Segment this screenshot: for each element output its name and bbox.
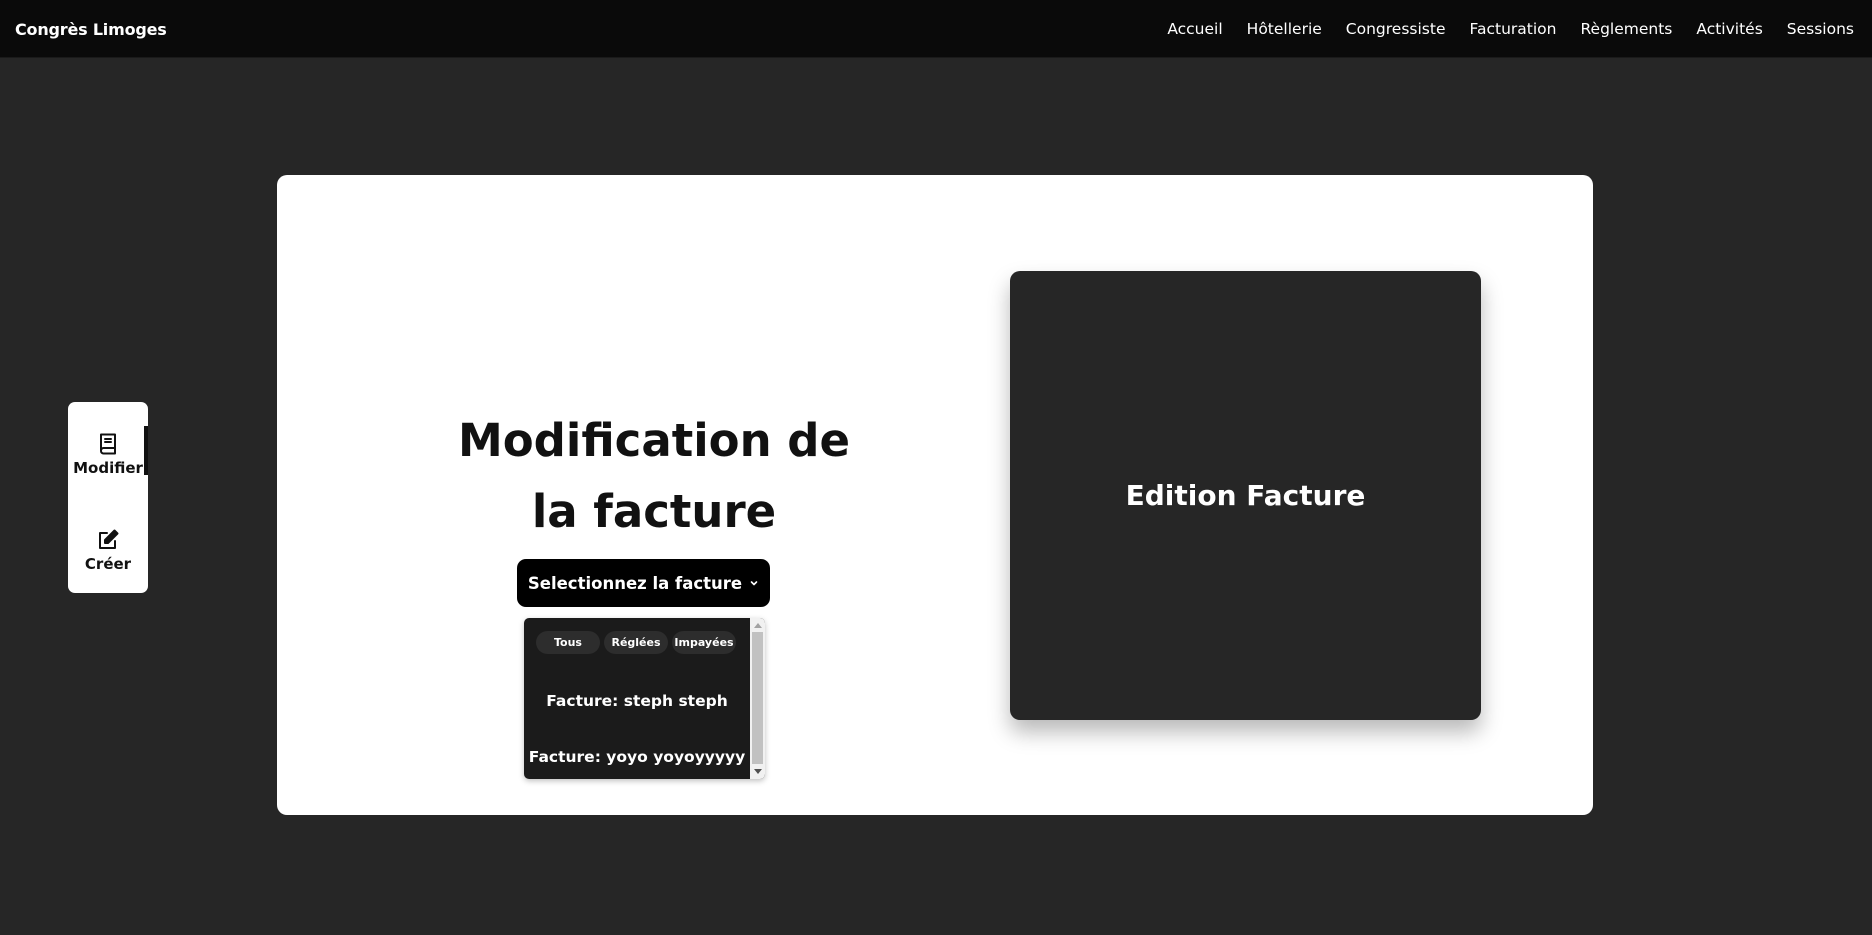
main-nav: Accueil Hôtellerie Congressiste Facturat…	[1167, 20, 1854, 38]
nav-link-congressiste[interactable]: Congressiste	[1346, 20, 1446, 38]
nav-link-accueil[interactable]: Accueil	[1167, 20, 1222, 38]
nav-link-sessions[interactable]: Sessions	[1787, 20, 1854, 38]
scroll-thumb[interactable]	[752, 632, 763, 764]
nav-link-reglements[interactable]: Règlements	[1580, 20, 1672, 38]
main-card: Modification de la facture Selectionnez …	[277, 175, 1593, 815]
side-item-modifier-label: Modifier	[73, 458, 143, 477]
side-item-creer-label: Créer	[84, 554, 132, 573]
nav-link-facturation[interactable]: Facturation	[1469, 20, 1556, 38]
select-invoice-label: Selectionnez la facture	[527, 573, 743, 593]
invoice-option[interactable]: Facture: steph steph	[524, 692, 750, 710]
nav-link-hotellerie[interactable]: Hôtellerie	[1247, 20, 1322, 38]
chevron-down-icon	[750, 581, 758, 586]
invoice-dropdown: Tous Réglées Impayées Facture: steph ste…	[524, 618, 765, 779]
select-invoice-button[interactable]: Selectionnez la facture	[517, 559, 770, 607]
page-title-line-2: la facture	[531, 485, 777, 538]
brand-logo-text[interactable]: Congrès Limoges	[15, 20, 167, 39]
page-title-line-1: Modification de	[457, 414, 850, 467]
nav-link-activites[interactable]: Activités	[1696, 20, 1762, 38]
side-menu: Modifier Créer	[68, 402, 148, 593]
edition-preview-panel: Edition Facture	[1010, 271, 1481, 720]
active-indicator	[144, 426, 148, 475]
scroll-up-arrow-icon[interactable]	[750, 618, 765, 632]
filter-reglees[interactable]: Réglées	[604, 631, 668, 654]
filter-impayees[interactable]: Impayées	[672, 631, 736, 654]
filter-tous[interactable]: Tous	[536, 631, 600, 654]
invoice-option[interactable]: Facture: yoyo yoyoyyyyy	[524, 748, 750, 766]
top-navbar: Congrès Limoges Accueil Hôtellerie Congr…	[0, 0, 1872, 58]
scroll-down-arrow-icon[interactable]	[750, 765, 765, 779]
book-icon	[100, 433, 116, 454]
dropdown-scrollbar[interactable]	[750, 618, 765, 779]
side-item-modifier[interactable]: Modifier	[68, 424, 148, 484]
page-title: Modification de la facture	[444, 405, 864, 547]
edit-icon	[99, 529, 119, 549]
invoice-filters: Tous Réglées Impayées	[536, 631, 736, 654]
side-item-creer[interactable]: Créer	[68, 520, 148, 580]
edition-title: Edition Facture	[1125, 479, 1366, 512]
